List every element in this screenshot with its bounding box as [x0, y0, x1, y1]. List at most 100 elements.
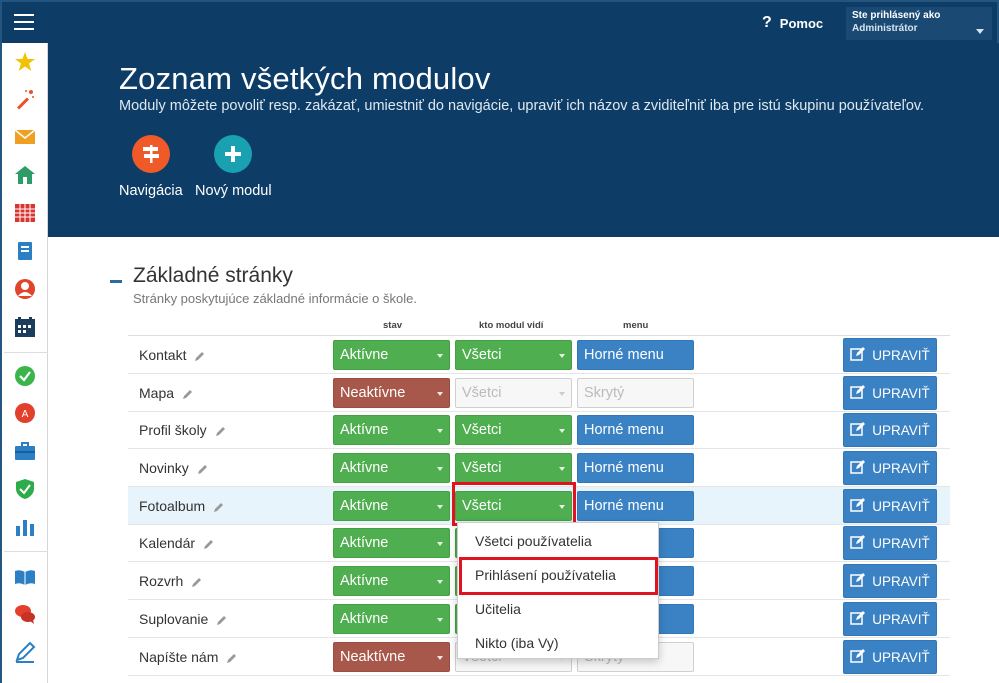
- user-dropdown[interactable]: Ste prihlásený ako Administrátor: [846, 7, 992, 40]
- status-value: Aktívne: [340, 460, 389, 476]
- menu-select[interactable]: Horné menu: [577, 340, 694, 370]
- status-value: Aktívne: [340, 573, 389, 589]
- visibility-select[interactable]: Všetci: [455, 453, 572, 483]
- chevron-down-icon: [437, 429, 443, 433]
- edit-button[interactable]: UPRAVIŤ: [843, 489, 937, 523]
- table-row: Mapa Neaktívne Všetci Skrytý UPRAVIŤ: [128, 374, 950, 412]
- rename-pencil-icon[interactable]: [182, 387, 194, 399]
- magic-wand-icon[interactable]: [14, 88, 36, 110]
- status-select[interactable]: Aktívne: [333, 340, 450, 370]
- envelope-icon[interactable]: [14, 126, 36, 148]
- visibility-select[interactable]: Všetci: [455, 415, 572, 445]
- visibility-select[interactable]: Všetci: [455, 378, 572, 408]
- edit-icon: [850, 610, 866, 628]
- user-icon[interactable]: [14, 278, 36, 300]
- edit-label: UPRAVIŤ: [872, 460, 930, 476]
- edit-label: UPRAVIŤ: [872, 573, 930, 589]
- option-all-users[interactable]: Všetci používatelia: [458, 526, 658, 556]
- status-select[interactable]: Aktívne: [333, 528, 450, 558]
- column-header-menu: menu: [623, 320, 649, 331]
- option-teachers[interactable]: Učitelia: [458, 594, 658, 624]
- chevron-down-icon: [976, 29, 984, 34]
- table-row: Kontakt Aktívne Všetci Horné menu UPRAVIŤ: [128, 336, 950, 374]
- status-select[interactable]: Aktívne: [333, 491, 450, 521]
- module-name: Fotoalbum: [139, 498, 225, 514]
- help-button[interactable]: ? Pomoc: [762, 14, 823, 32]
- status-value: Aktívne: [340, 498, 389, 514]
- schedule-icon[interactable]: [14, 316, 36, 338]
- option-nobody[interactable]: Nikto (iba Vy): [458, 628, 658, 658]
- rename-pencil-icon[interactable]: [197, 462, 209, 474]
- menu-select[interactable]: Horné menu: [577, 491, 694, 521]
- highlight-frame-kto: [452, 482, 576, 526]
- chevron-down-icon: [437, 580, 443, 584]
- check-circle-icon[interactable]: [14, 365, 36, 387]
- hamburger-icon[interactable]: [14, 14, 34, 30]
- rename-pencil-icon[interactable]: [216, 613, 228, 625]
- plus-icon: [214, 135, 253, 173]
- chevron-down-icon: [437, 354, 443, 358]
- page-header: Zoznam všetkých modulov Moduly môžete po…: [48, 43, 999, 237]
- status-value: Neaktívne: [340, 385, 406, 401]
- menu-select[interactable]: Skrytý: [577, 378, 694, 408]
- chevron-down-icon: [437, 505, 443, 509]
- user-caption: Ste prihlásený ako: [852, 10, 941, 21]
- new-module-button[interactable]: Nový modul: [195, 135, 272, 199]
- home-icon[interactable]: [14, 164, 36, 186]
- chat-icon[interactable]: [14, 603, 36, 625]
- edit-button[interactable]: UPRAVIŤ: [843, 526, 937, 560]
- chevron-down-icon: [437, 656, 443, 660]
- status-select[interactable]: Aktívne: [333, 604, 450, 634]
- collapse-toggle[interactable]: [110, 280, 122, 283]
- visibility-select[interactable]: Všetci: [455, 340, 572, 370]
- module-name: Novinky: [139, 460, 209, 476]
- briefcase-icon[interactable]: [14, 440, 36, 462]
- rename-pencil-icon[interactable]: [213, 500, 225, 512]
- notebook-icon[interactable]: [14, 240, 36, 262]
- module-name-label: Mapa: [139, 385, 175, 401]
- rename-pencil-icon[interactable]: [194, 349, 206, 361]
- column-header-kto: kto modul vidí: [479, 320, 544, 331]
- calendar-grid-icon[interactable]: [14, 202, 36, 224]
- page-title: Zoznam všetkých modulov: [119, 61, 491, 96]
- navigation-button[interactable]: Navigácia: [119, 135, 183, 199]
- status-select[interactable]: Neaktívne: [333, 642, 450, 672]
- chevron-down-icon: [559, 467, 565, 471]
- book-icon[interactable]: [14, 566, 36, 588]
- rename-pencil-icon[interactable]: [215, 424, 227, 436]
- svg-text:A: A: [22, 409, 29, 420]
- status-select[interactable]: Neaktívne: [333, 378, 450, 408]
- status-select[interactable]: Aktívne: [333, 566, 450, 596]
- edit-button[interactable]: UPRAVIŤ: [843, 376, 937, 410]
- edit-button[interactable]: UPRAVIŤ: [843, 640, 937, 674]
- status-value: Aktívne: [340, 535, 389, 551]
- rename-pencil-icon[interactable]: [191, 575, 203, 587]
- menu-value: Horné menu: [584, 460, 664, 476]
- module-name: Rozvrh: [139, 573, 203, 589]
- edit-label: UPRAVIŤ: [872, 422, 930, 438]
- badge-icon[interactable]: A: [14, 402, 36, 424]
- edit-icon: [850, 346, 866, 364]
- status-value: Neaktívne: [340, 649, 406, 665]
- menu-select[interactable]: Horné menu: [577, 453, 694, 483]
- module-name-label: Kontakt: [139, 347, 187, 363]
- edit-button[interactable]: UPRAVIŤ: [843, 564, 937, 598]
- navigation-label: Navigácia: [119, 183, 183, 199]
- star-icon[interactable]: [14, 51, 36, 73]
- edit-button[interactable]: UPRAVIŤ: [843, 413, 937, 447]
- shield-check-icon[interactable]: [14, 478, 36, 500]
- section-subtitle: Stránky poskytujúce základné informácie …: [133, 291, 417, 306]
- module-name-label: Novinky: [139, 460, 189, 476]
- module-name-label: Napíšte nám: [139, 649, 219, 665]
- pencil-icon[interactable]: [14, 641, 36, 663]
- edit-button[interactable]: UPRAVIŤ: [843, 451, 937, 485]
- table-row: Profil školy Aktívne Všetci Horné menu UPRAV…: [128, 411, 950, 449]
- menu-select[interactable]: Horné menu: [577, 415, 694, 445]
- status-select[interactable]: Aktívne: [333, 415, 450, 445]
- status-select[interactable]: Aktívne: [333, 453, 450, 483]
- edit-button[interactable]: UPRAVIŤ: [843, 338, 937, 372]
- bar-chart-icon[interactable]: [14, 516, 36, 538]
- rename-pencil-icon[interactable]: [203, 537, 215, 549]
- edit-button[interactable]: UPRAVIŤ: [843, 602, 937, 636]
- rename-pencil-icon[interactable]: [226, 651, 238, 663]
